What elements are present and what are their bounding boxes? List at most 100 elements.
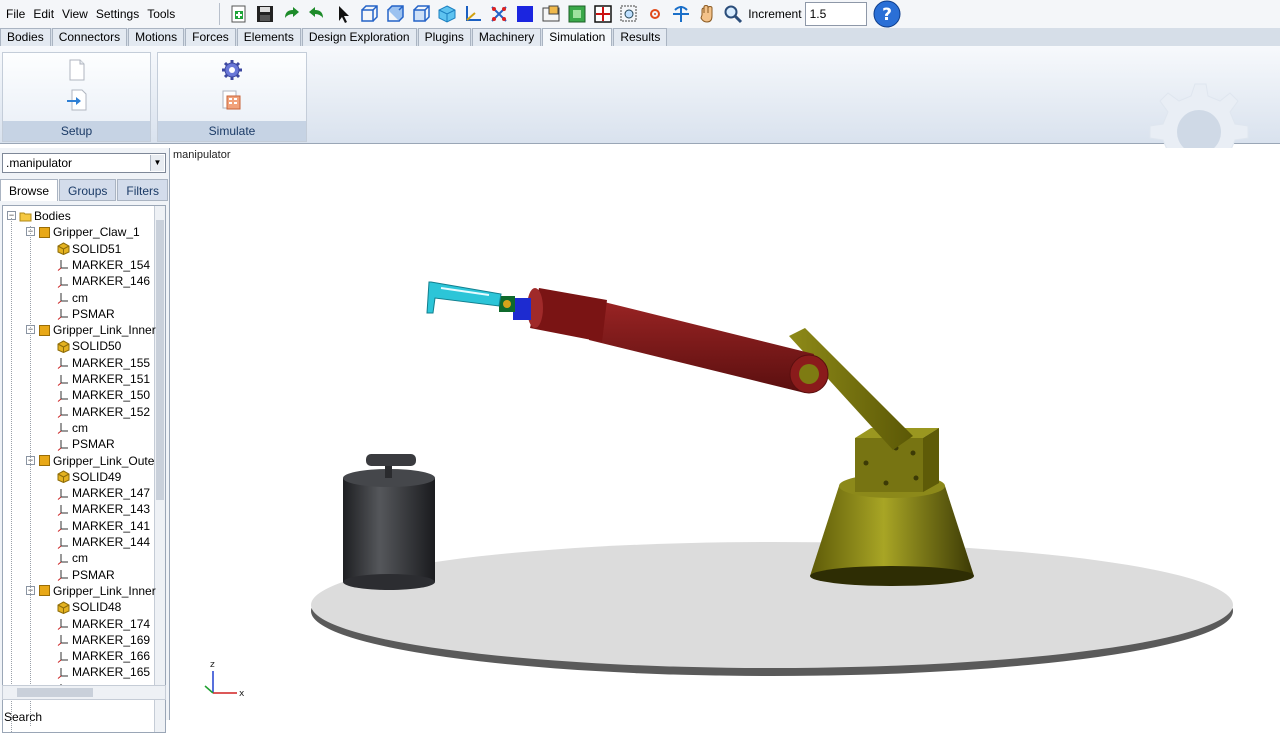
tab-machinery[interactable]: Machinery <box>471 28 542 46</box>
tree-item[interactable]: MARKER_154 <box>57 257 150 273</box>
import-icon[interactable] <box>66 89 88 114</box>
model-selector[interactable]: .manipulator ▼ <box>2 153 166 173</box>
axes-icon[interactable] <box>460 1 486 27</box>
tree-item[interactable]: Gripper_Link_Inner <box>38 322 156 338</box>
tab-motions[interactable]: Motions <box>128 28 185 46</box>
tree-item[interactable]: MARKER_143 <box>57 501 150 517</box>
3d-viewport[interactable]: manipulator z x <box>171 148 1280 720</box>
undo-icon[interactable] <box>304 1 330 27</box>
tree-item[interactable]: MARKER_169 <box>57 632 150 648</box>
tab-forces[interactable]: Forces <box>185 28 236 46</box>
view-side-icon[interactable] <box>408 1 434 27</box>
tree-item[interactable]: MARKER_166 <box>57 648 150 664</box>
gripper[interactable] <box>426 281 531 320</box>
tree-item[interactable]: cm <box>57 290 88 306</box>
tree-item[interactable]: MARKER_144 <box>57 534 150 550</box>
zoom-window-icon[interactable] <box>616 1 642 27</box>
view-front-icon[interactable] <box>356 1 382 27</box>
tree-item[interactable]: MARKER_146 <box>57 273 150 289</box>
tree-item[interactable]: MARKER_152 <box>57 404 150 420</box>
tree-guide-line <box>30 226 31 726</box>
menu-edit[interactable]: Edit <box>29 7 58 21</box>
view-iso-icon[interactable] <box>434 1 460 27</box>
render-mode-icon[interactable] <box>512 1 538 27</box>
tree-horizontal-scrollbar[interactable] <box>2 685 166 700</box>
tree-item[interactable]: MARKER_174 <box>57 616 150 632</box>
menu-view[interactable]: View <box>58 7 92 21</box>
tree-item-label: Gripper_Link_Inner <box>53 583 156 598</box>
tab-browse[interactable]: Browse <box>0 179 59 201</box>
tree-item[interactable]: SOLID51 <box>57 241 121 257</box>
toolbar-separator <box>219 3 221 25</box>
tree-item[interactable]: Gripper_Claw_1 <box>38 224 140 240</box>
save-icon[interactable] <box>252 1 278 27</box>
view-top-icon[interactable] <box>382 1 408 27</box>
gear-settings-icon[interactable] <box>221 59 243 84</box>
help-icon[interactable]: ? <box>873 0 901 28</box>
solid-icon <box>57 470 70 484</box>
tree-item[interactable]: MARKER_141 <box>57 518 150 534</box>
pan-icon[interactable] <box>694 1 720 27</box>
tab-elements[interactable]: Elements <box>236 28 301 46</box>
select-arrow-icon[interactable] <box>330 1 356 27</box>
solid-icon <box>57 242 70 256</box>
tab-results[interactable]: Results <box>613 28 668 46</box>
menu-file[interactable]: File <box>2 7 29 21</box>
tree-item[interactable]: PSMAR <box>57 567 115 583</box>
tree-item[interactable]: PSMAR <box>57 306 115 322</box>
tree-item-label: MARKER_152 <box>72 404 151 419</box>
svg-text:?: ? <box>882 5 892 25</box>
menu-tools[interactable]: Tools <box>143 7 179 21</box>
menu-settings[interactable]: Settings <box>92 7 143 21</box>
tab-plugins[interactable]: Plugins <box>417 28 471 46</box>
tree-item[interactable]: Bodies <box>19 208 71 224</box>
tab-design-exploration[interactable]: Design Exploration <box>301 28 417 46</box>
tree-item[interactable]: MARKER_147 <box>57 485 150 501</box>
tree-item[interactable]: MARKER_151 <box>57 371 150 387</box>
marker-icon <box>57 293 68 304</box>
tree-item[interactable]: MARKER_165 <box>57 664 150 680</box>
tree-vertical-scrollbar[interactable] <box>154 206 165 732</box>
tab-connectors[interactable]: Connectors <box>51 28 128 46</box>
new-icon[interactable] <box>226 1 252 27</box>
tree-item-label: MARKER_147 <box>72 486 151 501</box>
tree-item[interactable]: cm <box>57 420 88 436</box>
rotate-icon[interactable] <box>668 1 694 27</box>
zoom-box-icon[interactable] <box>564 1 590 27</box>
ribbon-group-label-simulate[interactable]: Simulate <box>158 121 306 141</box>
tree-item-label: PSMAR <box>72 567 115 582</box>
redo-icon[interactable] <box>278 1 304 27</box>
document-icon[interactable] <box>67 59 87 84</box>
calculator-icon[interactable] <box>221 89 243 114</box>
marker-icon <box>57 407 68 418</box>
tree-item[interactable]: SOLID49 <box>57 469 121 485</box>
scrollbar-thumb[interactable] <box>156 220 164 500</box>
fit-icon[interactable] <box>538 1 564 27</box>
tree-item[interactable]: Gripper_Link_Oute <box>38 453 154 469</box>
weight-body[interactable] <box>343 454 435 590</box>
tree-item[interactable]: MARKER_155 <box>57 355 150 371</box>
tree-item[interactable]: PSMAR <box>57 436 115 452</box>
tree-item[interactable]: Gripper_Link_Inner <box>38 583 156 599</box>
upper-arm[interactable] <box>527 288 829 394</box>
chevron-down-icon[interactable]: ▼ <box>150 155 164 171</box>
scene-graphics[interactable]: z x <box>171 148 1280 720</box>
tree-item-label: MARKER_169 <box>72 632 151 647</box>
increment-input[interactable] <box>804 2 867 26</box>
tab-filters[interactable]: Filters <box>117 179 169 201</box>
zoom-icon[interactable] <box>720 1 746 27</box>
center-icon[interactable] <box>642 1 668 27</box>
tab-groups[interactable]: Groups <box>59 179 117 201</box>
tree-item[interactable]: SOLID50 <box>57 338 121 354</box>
tree-item[interactable]: MARKER_150 <box>57 387 150 403</box>
scrollbar-thumb[interactable] <box>17 688 93 697</box>
ribbon-group-label-setup[interactable]: Setup <box>3 121 150 141</box>
fit-all-icon[interactable] <box>590 1 616 27</box>
ground-plate[interactable] <box>311 542 1233 668</box>
tree-item[interactable]: SOLID48 <box>57 599 121 615</box>
grid-icon[interactable] <box>486 1 512 27</box>
tab-bodies[interactable]: Bodies <box>0 28 51 46</box>
tree-item[interactable]: cm <box>57 550 88 566</box>
tab-simulation[interactable]: Simulation <box>542 28 613 46</box>
tree-item-label: Gripper_Claw_1 <box>53 225 140 240</box>
